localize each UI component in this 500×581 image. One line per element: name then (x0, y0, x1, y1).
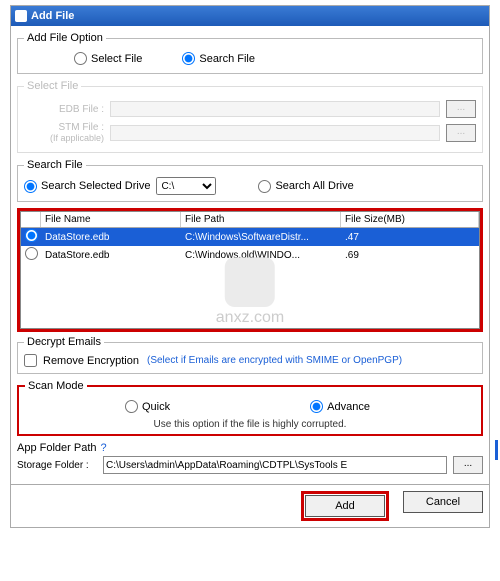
quick-radio-input[interactable] (125, 400, 138, 413)
row-radio[interactable] (25, 229, 38, 242)
results-table: File Name File Path File Size(MB) DataSt… (20, 211, 480, 329)
results-table-wrap: File Name File Path File Size(MB) DataSt… (17, 208, 483, 332)
watermark: anxz.com (216, 257, 284, 327)
watermark-icon (225, 257, 275, 307)
search-file-radio[interactable]: Search File (182, 52, 255, 65)
scan-mode-group: Scan Mode Quick Advance Use this option … (17, 380, 483, 436)
add-button-highlight: Add (301, 491, 389, 521)
search-selected-label: Search Selected Drive (41, 180, 150, 192)
search-file-legend: Search File (24, 159, 86, 171)
select-file-radio[interactable]: Select File (74, 52, 142, 65)
stm-browse-button: ... (446, 124, 476, 142)
search-all-radio[interactable]: Search All Drive (258, 180, 353, 193)
table-row[interactable]: DataStore.edb C:\Windows\SoftwareDistr..… (21, 228, 479, 246)
row-name: DataStore.edb (41, 230, 181, 245)
app-folder-label: App Folder Path (17, 442, 97, 454)
row-path: C:\Windows.old\WINDO... (181, 248, 341, 263)
search-selected-radio-input[interactable] (24, 180, 37, 193)
add-file-option-row: Select File Search File (24, 48, 476, 69)
search-all-radio-input[interactable] (258, 180, 271, 193)
edb-row: EDB File : ... (24, 100, 476, 118)
decrypt-row: Remove Encryption (Select if Emails are … (24, 352, 476, 369)
remove-encryption-checkbox[interactable]: Remove Encryption (24, 354, 139, 367)
window-title: Add File (31, 10, 74, 22)
drive-select[interactable]: C:\ (156, 177, 216, 195)
col-name-header[interactable]: File Name (41, 212, 181, 227)
select-file-legend: Select File (24, 80, 81, 92)
col-path-header[interactable]: File Path (181, 212, 341, 227)
storage-row: Storage Folder : ... (17, 456, 483, 474)
remove-encryption-label: Remove Encryption (43, 355, 139, 367)
quick-label: Quick (142, 401, 170, 413)
advance-radio[interactable]: Advance (310, 400, 370, 413)
decrypt-legend: Decrypt Emails (24, 336, 104, 348)
row-radio[interactable] (25, 247, 38, 260)
row-size: .69 (341, 248, 479, 263)
row-path: C:\Windows\SoftwareDistr... (181, 230, 341, 245)
storage-browse-button[interactable]: ... (453, 456, 483, 474)
advance-radio-input[interactable] (310, 400, 323, 413)
search-file-label: Search File (199, 53, 255, 65)
content: Add File Option Select File Search File … (11, 26, 489, 484)
decrypt-group: Decrypt Emails Remove Encryption (Select… (17, 336, 483, 374)
search-row: Search Selected Drive C:\ Search All Dri… (24, 175, 476, 197)
quick-radio[interactable]: Quick (125, 400, 170, 413)
add-file-option-legend: Add File Option (24, 32, 106, 44)
scan-mode-hint: Use this option if the file is highly co… (25, 419, 475, 430)
remove-encryption-input[interactable] (24, 354, 37, 367)
search-selected-radio[interactable]: Search Selected Drive (24, 180, 150, 193)
edb-input (110, 101, 440, 117)
side-accent (495, 440, 498, 460)
select-file-label: Select File (91, 53, 142, 65)
stm-label: STM File : (If applicable) (24, 122, 104, 144)
select-file-radio-input[interactable] (74, 52, 87, 65)
app-icon (15, 10, 27, 22)
row-size: .47 (341, 230, 479, 245)
cancel-button[interactable]: Cancel (403, 491, 483, 513)
footer: Add Cancel (11, 484, 489, 527)
search-file-group: Search File Search Selected Drive C:\ Se… (17, 159, 483, 202)
add-file-option-group: Add File Option Select File Search File (17, 32, 483, 74)
table-body: DataStore.edb C:\Windows\SoftwareDistr..… (21, 228, 479, 328)
edb-browse-button: ... (446, 100, 476, 118)
stm-input (110, 125, 440, 141)
select-file-group: Select File EDB File : ... STM File : (I… (17, 80, 483, 153)
advance-label: Advance (327, 401, 370, 413)
scan-mode-row: Quick Advance (25, 396, 475, 417)
row-name: DataStore.edb (41, 248, 181, 263)
storage-label: Storage Folder : (17, 460, 97, 471)
col-size-header[interactable]: File Size(MB) (341, 212, 479, 227)
table-row[interactable]: DataStore.edb C:\Windows.old\WINDO... .6… (21, 246, 479, 264)
col-radio-header (21, 212, 41, 227)
table-header: File Name File Path File Size(MB) (21, 212, 479, 228)
search-file-radio-input[interactable] (182, 52, 195, 65)
storage-input[interactable] (103, 456, 447, 474)
app-folder-row: App Folder Path ? (17, 442, 483, 454)
search-all-label: Search All Drive (275, 180, 353, 192)
stm-row: STM File : (If applicable) ... (24, 122, 476, 144)
edb-label: EDB File : (24, 104, 104, 115)
titlebar: Add File (11, 6, 489, 26)
scan-mode-legend: Scan Mode (25, 380, 87, 392)
add-button[interactable]: Add (305, 495, 385, 517)
add-file-window: Add File Add File Option Select File Sea… (10, 5, 490, 528)
help-icon[interactable]: ? (101, 442, 107, 454)
decrypt-hint: (Select if Emails are encrypted with SMI… (147, 355, 402, 366)
